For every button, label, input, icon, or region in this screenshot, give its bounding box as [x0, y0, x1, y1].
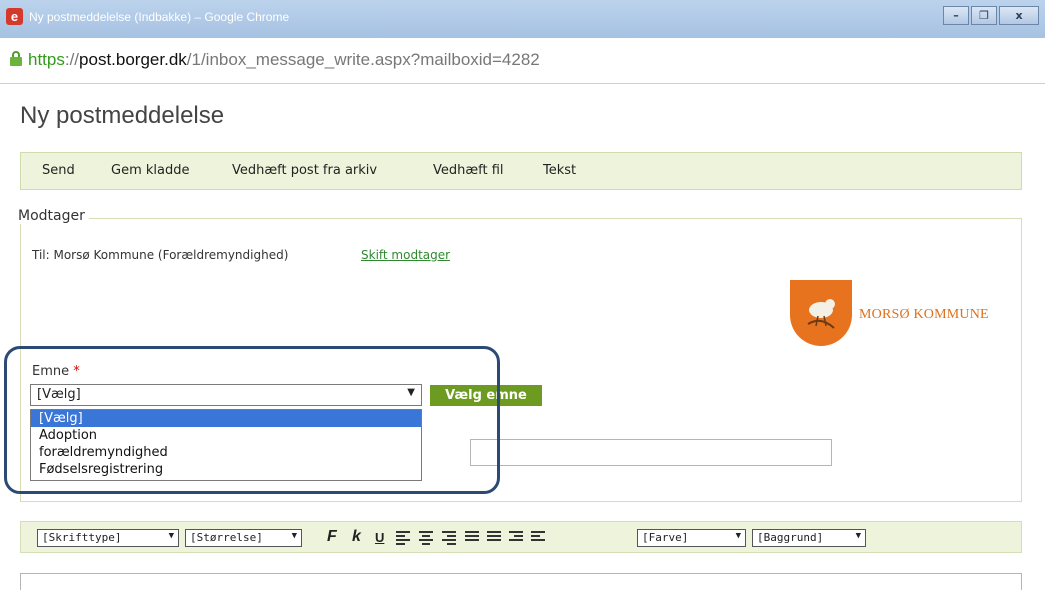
- font-family-value: [Skrifttype]: [42, 531, 122, 544]
- send-button[interactable]: Send: [42, 163, 75, 178]
- window-titlebar: e Ny postmeddelelse (Indbakke) – Google …: [0, 0, 1045, 38]
- outdent-icon[interactable]: [531, 531, 545, 545]
- window-title: Ny postmeddelelse (Indbakke) – Google Ch…: [29, 10, 290, 24]
- coat-of-arms-icon: [790, 280, 852, 346]
- text-button[interactable]: Tekst: [543, 163, 576, 178]
- subject-text-input[interactable]: [470, 439, 832, 466]
- background-color-select[interactable]: [Baggrund] ▼: [752, 529, 866, 547]
- text-color-select[interactable]: [Farve] ▼: [637, 529, 746, 547]
- maximize-button[interactable]: ❐: [971, 6, 997, 25]
- indent-icon[interactable]: [509, 531, 523, 545]
- recipient-legend: Modtager: [18, 208, 89, 224]
- font-size-value: [Størrelse]: [190, 531, 263, 544]
- chevron-down-icon: ▼: [855, 531, 861, 541]
- align-left-icon[interactable]: [396, 531, 410, 545]
- address-bar[interactable]: https://post.borger.dk/1/inbox_message_w…: [0, 38, 1045, 84]
- minimize-button[interactable]: –: [943, 6, 969, 25]
- url-text[interactable]: https://post.borger.dk/1/inbox_message_w…: [28, 50, 540, 70]
- page-title: Ny postmeddelelse: [20, 102, 225, 129]
- url-separator: ://: [64, 50, 80, 69]
- background-color-value: [Baggrund]: [757, 531, 824, 544]
- logo-text: MORSØ KOMMUNE: [859, 307, 989, 322]
- underline-button[interactable]: U: [375, 530, 384, 545]
- bold-button[interactable]: F: [327, 528, 337, 546]
- align-center-icon[interactable]: [419, 531, 433, 545]
- save-draft-button[interactable]: Gem kladde: [111, 163, 189, 178]
- editor-toolbar: [Skrifttype] ▼ [Størrelse] ▼ F k U [Farve]…: [20, 521, 1022, 553]
- app-icon: e: [6, 8, 23, 25]
- text-color-value: [Farve]: [642, 531, 689, 544]
- numbered-list-icon[interactable]: [487, 531, 501, 545]
- chevron-down-icon: ▼: [291, 531, 297, 541]
- italic-button[interactable]: k: [352, 528, 361, 546]
- recipient-to-text: Til: Morsø Kommune (Forældremyndighed): [32, 248, 289, 262]
- close-button[interactable]: x: [999, 6, 1039, 25]
- message-toolbar: Send Gem kladde Vedhæft post fra arkiv V…: [20, 152, 1022, 190]
- url-scheme: https: [28, 50, 65, 69]
- attach-file-button[interactable]: Vedhæft fil: [433, 163, 504, 178]
- align-right-icon[interactable]: [442, 531, 456, 545]
- chevron-down-icon: ▼: [168, 531, 174, 541]
- window-controls: – ❐ x: [941, 6, 1039, 25]
- url-path: /1/inbox_message_write.aspx?mailboxid=42…: [186, 50, 540, 69]
- message-body-editor[interactable]: [20, 573, 1022, 590]
- change-recipient-link[interactable]: Skift modtager: [361, 248, 450, 262]
- font-size-select[interactable]: [Størrelse] ▼: [185, 529, 302, 547]
- chevron-down-icon: ▼: [735, 531, 741, 541]
- bullet-list-icon[interactable]: [465, 531, 479, 545]
- font-family-select[interactable]: [Skrifttype] ▼: [37, 529, 179, 547]
- morso-kommune-logo: MORSØ KOMMUNE: [790, 280, 1006, 346]
- annotation-highlight: [4, 346, 500, 494]
- url-host: post.borger.dk: [79, 50, 187, 69]
- lock-icon: [10, 51, 22, 66]
- attach-from-archive-button[interactable]: Vedhæft post fra arkiv: [232, 163, 377, 178]
